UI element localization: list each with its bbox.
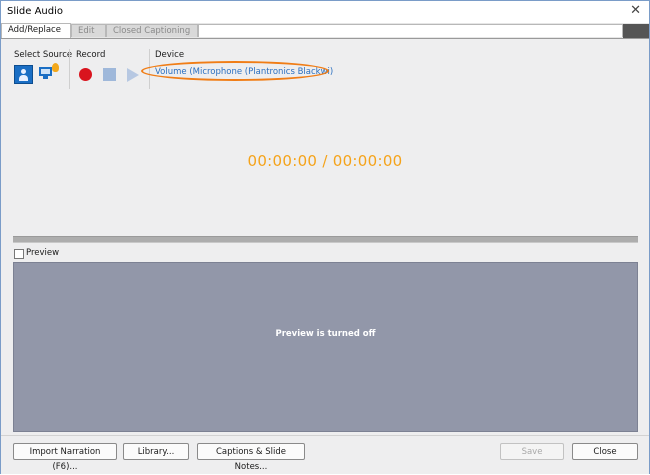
import-narration-button[interactable]: Import Narration (F6)... — [13, 443, 117, 472]
captions-slide-notes-button[interactable]: Captions & Slide Notes... — [197, 443, 305, 472]
toolbar-divider — [69, 49, 70, 89]
preview-area: Preview is turned off — [13, 262, 638, 432]
play-icon[interactable] — [127, 68, 139, 82]
tab-bar: Add/Replace Edit Closed Captioning — [1, 23, 649, 39]
computer-stand — [43, 76, 48, 79]
save-button[interactable]: Save — [500, 443, 564, 460]
preview-checkbox[interactable] — [14, 249, 24, 259]
close-button[interactable]: Close — [572, 443, 638, 460]
preview-checkbox-label[interactable]: Preview — [26, 248, 59, 258]
tab-add-replace[interactable]: Add/Replace — [1, 23, 71, 38]
microphone-source-icon[interactable] — [14, 65, 33, 84]
tab-strip-filler — [198, 24, 623, 37]
add-replace-panel: Select Source Record Device Volume (Micr… — [1, 39, 649, 435]
tab-closed-captioning[interactable]: Closed Captioning — [106, 24, 198, 37]
computer-source-icon[interactable] — [39, 67, 52, 76]
select-source-label: Select Source — [14, 50, 73, 60]
device-highlight-ring — [141, 61, 329, 81]
audio-progress-bar[interactable] — [13, 236, 638, 243]
record-icon[interactable] — [79, 68, 92, 81]
library-button[interactable]: Library... — [123, 443, 189, 460]
window-title: Slide Audio — [7, 6, 64, 17]
record-label: Record — [76, 50, 106, 60]
tab-edit[interactable]: Edit — [71, 24, 106, 37]
recording-timer: 00:00:00 / 00:00:00 — [247, 152, 403, 170]
dialog-footer: Import Narration (F6)... Library... Capt… — [1, 435, 649, 474]
slide-audio-window: Slide Audio ✕ Add/Replace Edit Closed Ca… — [0, 0, 650, 474]
stop-icon[interactable] — [103, 68, 116, 81]
close-window-icon[interactable]: ✕ — [630, 4, 641, 18]
preview-message: Preview is turned off — [275, 329, 376, 339]
device-label: Device — [155, 50, 185, 60]
tab-strip-end — [623, 24, 649, 38]
title-bar: Slide Audio ✕ — [1, 1, 649, 23]
source-badge-icon — [52, 63, 59, 72]
